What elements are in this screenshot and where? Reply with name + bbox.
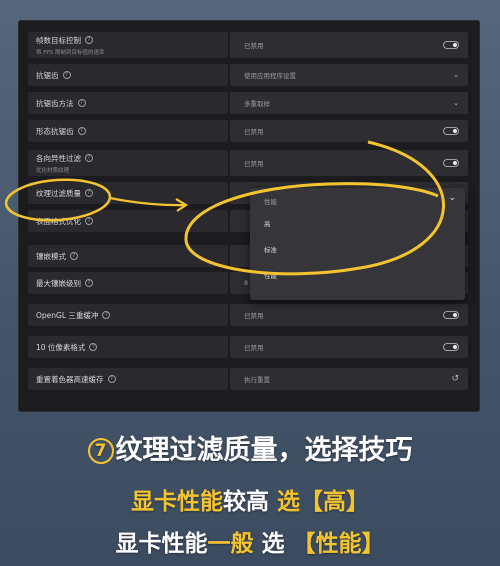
- help-icon[interactable]: ?: [77, 127, 86, 135]
- setting-description: 将 FPS 限制到目标值的速率: [36, 49, 105, 56]
- setting-value: 使用应用程序设置: [244, 72, 296, 80]
- caption-choice: 【性能】: [292, 531, 385, 557]
- setting-value: 已禁用: [244, 344, 264, 352]
- caption-text: 显卡性能: [130, 489, 223, 515]
- help-icon[interactable]: ?: [85, 217, 93, 225]
- help-icon[interactable]: ?: [85, 154, 93, 162]
- help-icon[interactable]: ?: [70, 252, 78, 260]
- graphics-settings-panel: 帧数目标控制? 将 FPS 限制到目标值的速率 已禁用 抗锯齿? 使用应用程序设置…: [18, 20, 480, 412]
- chevron-down-icon[interactable]: ⌄: [448, 193, 456, 203]
- setting-label: 表面格式优化: [36, 216, 81, 226]
- setting-value: 已禁用: [244, 42, 264, 50]
- setting-label: 镶嵌模式: [36, 251, 66, 261]
- row-morphological-aa[interactable]: 形态抗锯齿? 已禁用: [28, 120, 468, 142]
- caption-emphasis: 一般: [207, 531, 254, 557]
- help-icon[interactable]: ?: [85, 279, 93, 287]
- chevron-down-icon[interactable]: ⌄: [453, 71, 459, 79]
- caption-tip-high: 显卡性能较高 选【高】: [0, 482, 500, 516]
- setting-label: 最大镶嵌级别: [36, 278, 81, 288]
- setting-label: 重置着色器高速缓存: [36, 374, 104, 384]
- setting-label: 抗锯齿: [36, 70, 59, 80]
- caption-emphasis: 较高: [222, 489, 269, 515]
- caption-text: 选: [253, 531, 293, 557]
- reset-icon[interactable]: ↺: [451, 374, 459, 384]
- setting-value: 多重取样: [244, 100, 270, 108]
- setting-description: 优化材质纹理: [36, 167, 70, 174]
- help-icon[interactable]: ?: [107, 375, 116, 383]
- help-icon[interactable]: ?: [62, 71, 71, 79]
- dropdown-option-standard[interactable]: 标准: [264, 244, 277, 254]
- chevron-down-icon[interactable]: ⌄: [453, 99, 459, 107]
- setting-label: OpenGL 三重缓冲: [36, 310, 99, 320]
- setting-value: 已禁用: [244, 312, 264, 320]
- help-icon[interactable]: ?: [77, 99, 86, 107]
- dropdown-option-performance[interactable]: 性能: [264, 270, 277, 280]
- caption-choice: 【高】: [300, 489, 369, 515]
- texture-quality-dropdown[interactable]: 性能 ⌄ 高 标准 性能: [250, 188, 465, 300]
- toggle-switch[interactable]: [443, 159, 459, 167]
- setting-label: 帧数目标控制: [36, 35, 81, 45]
- setting-label: 10 位像素格式: [36, 342, 86, 352]
- caption-text: 显卡性能: [115, 531, 208, 557]
- toggle-switch[interactable]: [443, 343, 459, 351]
- setting-value: 已禁用: [244, 160, 264, 168]
- setting-label: 各向异性过滤: [36, 153, 81, 163]
- row-anti-aliasing[interactable]: 抗锯齿? 使用应用程序设置 ⌄: [28, 64, 468, 86]
- dropdown-current-value: 性能: [264, 198, 277, 206]
- setting-label: 形态抗锯齿: [36, 126, 74, 136]
- dropdown-option-high[interactable]: 高: [264, 218, 271, 228]
- toggle-switch[interactable]: [443, 311, 459, 319]
- row-reset-shader-cache[interactable]: 重置着色器高速缓存? 执行重置 ↺: [28, 368, 468, 390]
- help-icon[interactable]: ?: [85, 189, 93, 197]
- toggle-switch[interactable]: [443, 41, 459, 49]
- row-anisotropic-filtering[interactable]: 各向异性过滤? 优化材质纹理 已禁用: [28, 150, 468, 176]
- toggle-switch[interactable]: [443, 127, 459, 135]
- help-icon[interactable]: ?: [89, 343, 98, 351]
- setting-value: 已禁用: [244, 128, 264, 136]
- row-10bit-pixel-format[interactable]: 10 位像素格式? 已禁用: [28, 336, 468, 358]
- setting-label: 纹理过滤质量: [36, 188, 81, 198]
- row-opengl-triple-buffering[interactable]: OpenGL 三重缓冲? 已禁用: [28, 304, 468, 326]
- caption-title-text: 纹理过滤质量，选择技巧: [115, 435, 413, 466]
- caption-title: 7 纹理过滤质量，选择技巧: [0, 428, 500, 467]
- row-aa-method[interactable]: 抗锯齿方法? 多重取样 ⌄: [28, 92, 468, 114]
- help-icon[interactable]: ?: [102, 311, 111, 319]
- caption-text: 选: [268, 489, 300, 515]
- setting-value: 执行重置: [244, 376, 270, 384]
- setting-value: 8: [244, 279, 249, 287]
- help-icon[interactable]: ?: [85, 36, 93, 44]
- row-frame-target[interactable]: 帧数目标控制? 将 FPS 限制到目标值的速率 已禁用: [28, 32, 468, 58]
- setting-label: 抗锯齿方法: [36, 98, 74, 108]
- step-number-badge: 7: [87, 438, 114, 464]
- caption-tip-normal: 显卡性能一般 选 【性能】: [0, 524, 500, 558]
